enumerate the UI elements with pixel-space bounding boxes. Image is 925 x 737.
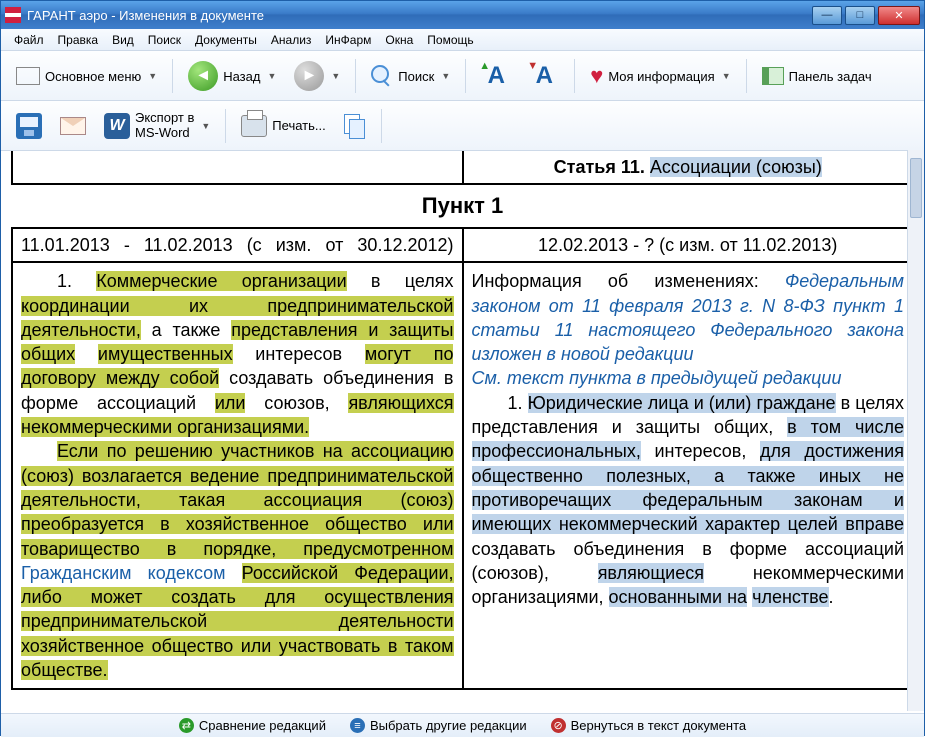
- menu-inpharm[interactable]: ИнФарм: [318, 29, 378, 50]
- compare-label: Сравнение редакций: [199, 718, 326, 733]
- compare-icon: ⇄: [179, 718, 194, 733]
- back-icon: ◄: [188, 61, 218, 91]
- choose-label: Выбрать другие редакции: [370, 718, 527, 733]
- change-info-prefix: Информация об изменениях:: [472, 271, 785, 291]
- mail-button[interactable]: [53, 113, 93, 139]
- task-panel-button[interactable]: Панель задач: [755, 63, 879, 89]
- app-icon: [5, 7, 21, 23]
- forward-icon: ►: [294, 61, 324, 91]
- window-titlebar: ГАРАНТ аэро - Изменения в документе — □ …: [1, 1, 924, 29]
- save-button[interactable]: [9, 109, 49, 143]
- menu-edit[interactable]: Правка: [51, 29, 106, 50]
- back-button[interactable]: ◄ Назад ▼: [181, 57, 283, 95]
- panel-icon: [762, 67, 784, 85]
- font-increase-button[interactable]: ▲A: [474, 58, 518, 94]
- menu-analysis[interactable]: Анализ: [264, 29, 319, 50]
- menu-file[interactable]: Файл: [7, 29, 51, 50]
- left-version-header: 11.01.2013 - 11.02.2013 (с изм. от 30.12…: [12, 228, 463, 262]
- chevron-down-icon: ▼: [722, 71, 731, 81]
- right-version-text: Информация об изменениях: Федеральным за…: [463, 262, 914, 689]
- menu-help[interactable]: Помощь: [420, 29, 480, 50]
- maximize-button[interactable]: □: [845, 6, 875, 25]
- search-icon: [371, 65, 393, 87]
- print-button[interactable]: Печать...: [234, 111, 332, 141]
- section-heading: Пункт 1: [12, 184, 913, 228]
- font-increase-icon: ▲A: [481, 62, 511, 90]
- chevron-down-icon: ▼: [201, 121, 210, 131]
- toolbar-separator: [574, 59, 575, 93]
- my-info-label: Моя информация: [608, 69, 714, 84]
- export-word-label: Экспорт вMS-Word: [135, 111, 194, 140]
- my-info-button[interactable]: ♥ Моя информация ▼: [583, 59, 737, 93]
- menu-bar: Файл Правка Вид Поиск Документы Анализ И…: [1, 29, 924, 51]
- bottom-bar: ⇄ Сравнение редакций ≡ Выбрать другие ре…: [1, 713, 924, 737]
- word-icon: W: [104, 113, 130, 139]
- main-menu-label: Основное меню: [45, 69, 141, 84]
- mail-icon: [60, 117, 86, 135]
- return-icon: ⊘: [551, 718, 566, 733]
- flag-icon: [16, 67, 40, 85]
- menu-view[interactable]: Вид: [105, 29, 141, 50]
- chevron-down-icon: ▼: [331, 71, 340, 81]
- toolbar-main: Основное меню ▼ ◄ Назад ▼ ► ▼ Поиск ▼ ▲A…: [1, 51, 924, 101]
- scrollbar-thumb[interactable]: [910, 158, 922, 218]
- chevron-down-icon: ▼: [148, 71, 157, 81]
- font-decrease-button[interactable]: ▼A: [522, 58, 566, 94]
- forward-button[interactable]: ► ▼: [287, 57, 347, 95]
- toolbar-separator: [746, 59, 747, 93]
- choose-versions-link[interactable]: ≡ Выбрать другие редакции: [350, 718, 527, 733]
- right-version-header: 12.02.2013 - ? (с изм. от 11.02.2013): [463, 228, 914, 262]
- left-article-cell: [12, 151, 463, 184]
- article-number: Статья 11.: [554, 157, 645, 177]
- previous-version-link[interactable]: См. текст пункта в предыдущей редакции: [472, 368, 842, 388]
- toolbar-separator: [381, 109, 382, 143]
- menu-windows[interactable]: Окна: [378, 29, 420, 50]
- left-version-text: 1. Коммерческие организации в целях коор…: [12, 262, 463, 689]
- toolbar-secondary: W Экспорт вMS-Word ▼ Печать...: [1, 101, 924, 151]
- right-article-cell: Статья 11. Ассоциации (союзы): [463, 151, 914, 184]
- window-title: ГАРАНТ аэро - Изменения в документе: [27, 8, 812, 23]
- document-comparison-pane: Статья 11. Ассоциации (союзы) Пункт 1 11…: [1, 151, 924, 713]
- choose-icon: ≡: [350, 718, 365, 733]
- menu-search[interactable]: Поиск: [141, 29, 188, 50]
- close-button[interactable]: ✕: [878, 6, 920, 25]
- task-panel-label: Панель задач: [789, 69, 872, 84]
- search-label: Поиск: [398, 69, 434, 84]
- article-name: Ассоциации (союзы): [650, 157, 822, 177]
- heart-icon: ♥: [590, 63, 603, 89]
- menu-documents[interactable]: Документы: [188, 29, 264, 50]
- toolbar-separator: [225, 109, 226, 143]
- save-icon: [16, 113, 42, 139]
- printer-icon: [241, 115, 267, 137]
- chevron-down-icon: ▼: [267, 71, 276, 81]
- window-controls: — □ ✕: [812, 6, 920, 25]
- compare-versions-link[interactable]: ⇄ Сравнение редакций: [179, 718, 326, 733]
- return-to-document-link[interactable]: ⊘ Вернуться в текст документа: [551, 718, 747, 733]
- vertical-scrollbar[interactable]: [907, 150, 924, 711]
- search-button[interactable]: Поиск ▼: [364, 61, 457, 91]
- back-label: Назад: [223, 69, 260, 84]
- toolbar-separator: [465, 59, 466, 93]
- comparison-table: Статья 11. Ассоциации (союзы) Пункт 1 11…: [11, 151, 914, 690]
- return-label: Вернуться в текст документа: [571, 718, 747, 733]
- print-preview-button[interactable]: [337, 110, 373, 142]
- preview-icon: [344, 114, 366, 138]
- chevron-down-icon: ▼: [441, 71, 450, 81]
- main-menu-button[interactable]: Основное меню ▼: [9, 63, 164, 89]
- toolbar-separator: [172, 59, 173, 93]
- export-word-button[interactable]: W Экспорт вMS-Word ▼: [97, 107, 217, 144]
- minimize-button[interactable]: —: [812, 6, 842, 25]
- toolbar-separator: [355, 59, 356, 93]
- font-decrease-icon: ▼A: [529, 62, 559, 90]
- print-label: Печать...: [272, 118, 325, 133]
